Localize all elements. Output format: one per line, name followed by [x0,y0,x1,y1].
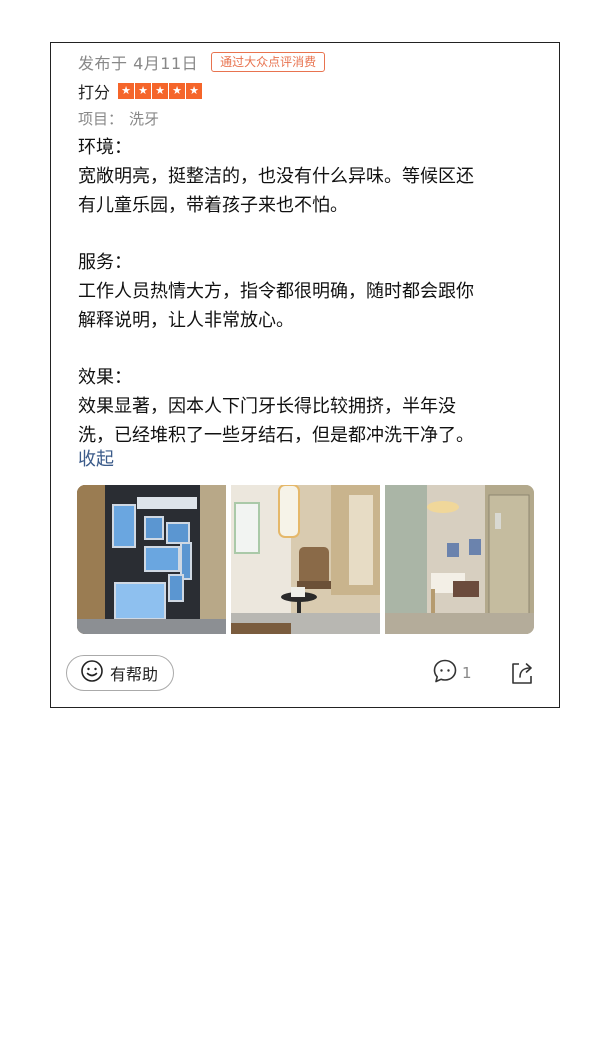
review-meta: 发布于 4月11日 通过大众点评消费 [78,51,326,73]
star-icon: ★ [152,83,169,99]
section-body-service: 工作人员热情大方，指令都很明确，随时都会跟你 解释说明，让人非常放心。 [78,281,474,331]
helpful-label: 有帮助 [110,665,159,684]
comment-icon [432,658,458,688]
photo-honor-wall[interactable] [77,485,226,634]
section-heading-environment: 环境： [78,137,132,158]
publish-date: 发布于 4月11日 [78,54,199,73]
review-card: 发布于 4月11日 通过大众点评消费 打分 ★ ★ ★ ★ ★ 项目： 洗牙 环… [50,42,560,708]
section-body-effect: 效果显著，因本人下门牙长得比较拥挤，半年没 洗，已经堆积了一些牙结石，但是都冲洗… [78,396,474,446]
consumption-badge: 通过大众点评消费 [211,52,326,72]
collapse-link[interactable]: 收起 [78,448,114,472]
rating-label: 打分 [78,83,111,102]
star-icon: ★ [186,83,203,99]
star-rating: ★ ★ ★ ★ ★ [118,83,203,99]
photo-treatment-room[interactable] [385,485,534,634]
section-heading-service: 服务： [78,252,132,273]
project-value: 洗牙 [129,109,160,128]
section-heading-effect: 效果： [78,367,132,388]
action-bar: 有帮助 1 [66,655,546,693]
review-content: 环境： 宽敞明亮，挺整洁的，也没有什么异味。等候区还 有儿童乐园，带着孩子来也不… [78,133,528,450]
comment-button[interactable]: 1 [432,659,472,687]
photo-gallery [77,485,534,634]
share-button[interactable] [508,659,536,687]
star-icon: ★ [118,83,135,99]
smile-icon [80,659,104,687]
project-label: 项目： [78,109,124,128]
rating-row: 打分 ★ ★ ★ ★ ★ [78,79,203,103]
photo-waiting-area[interactable] [231,485,380,634]
section-body-environment: 宽敞明亮，挺整洁的，也没有什么异味。等候区还 有儿童乐园，带着孩子来也不怕。 [78,166,474,216]
helpful-button[interactable]: 有帮助 [66,655,174,691]
share-icon [508,663,536,691]
project-row: 项目： 洗牙 [78,107,159,129]
star-icon: ★ [135,83,152,99]
comment-count: 1 [462,664,472,682]
star-icon: ★ [169,83,186,99]
